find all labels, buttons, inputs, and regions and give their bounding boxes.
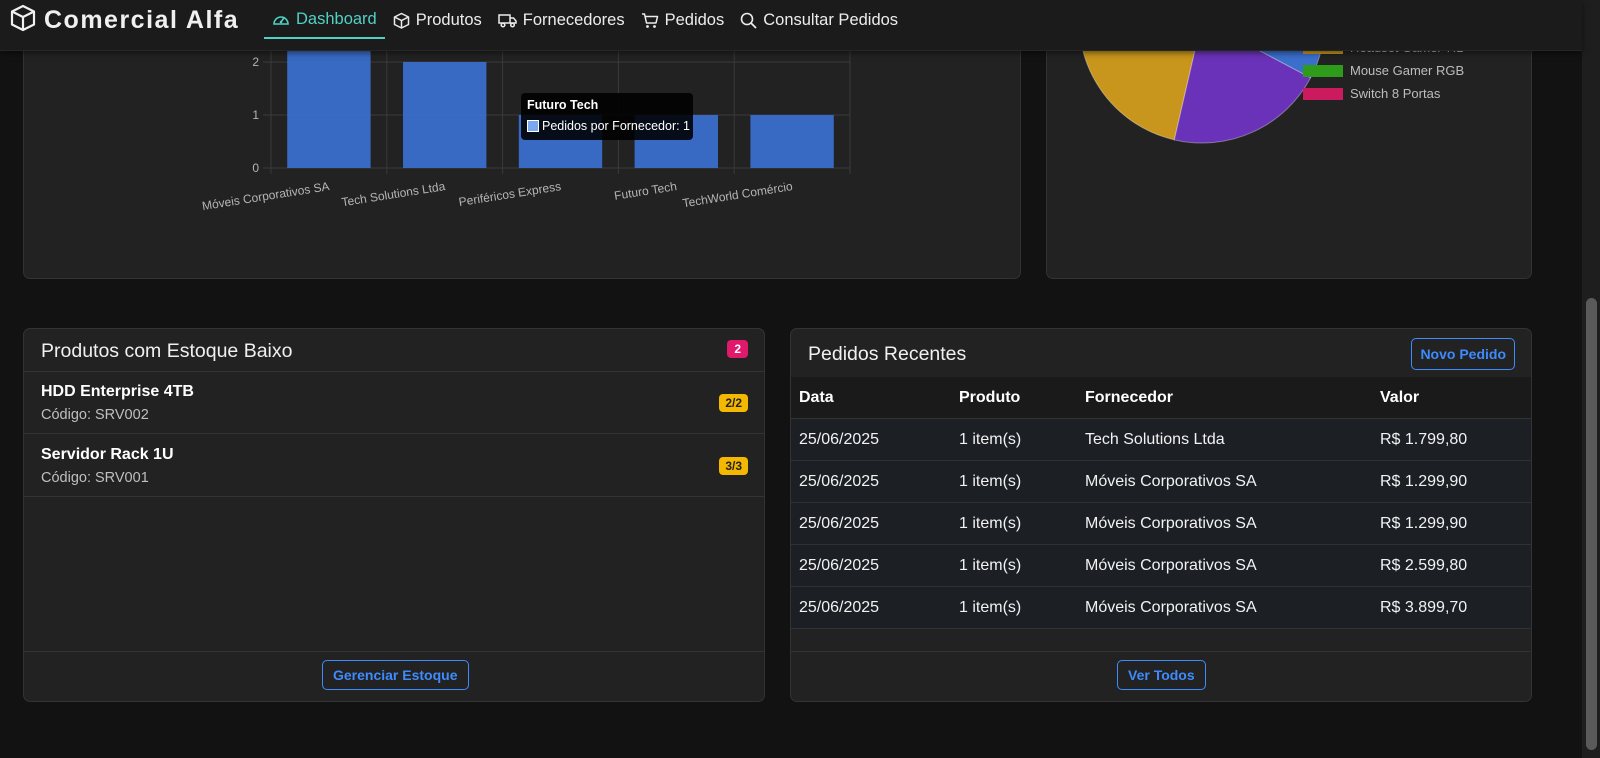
nav-produtos-label: Produtos — [415, 10, 482, 29]
tooltip-label: Pedidos por Fornecedor: 1 — [542, 119, 691, 133]
column-header: Fornecedor — [1077, 377, 1372, 419]
table-row[interactable]: 25/06/2025 1 item(s) Móveis Corporativos… — [791, 586, 1531, 629]
product-code: Código: SRV002 — [41, 407, 149, 423]
legend-label: Switch 8 Portas — [1350, 86, 1441, 101]
nav-fornecedores[interactable]: Fornecedores — [490, 1, 633, 39]
order-date: 25/06/2025 — [791, 418, 951, 461]
x-tick-label: TechWorld Comércio — [682, 179, 794, 210]
order-value: R$ 1.799,80 — [1372, 418, 1531, 461]
box-icon — [10, 4, 36, 37]
search-icon — [740, 12, 757, 29]
x-tick-label: Móveis Corporativos SA — [201, 179, 330, 213]
low-stock-footer: Gerenciar Estoque — [24, 651, 764, 701]
y-tick-label: 1 — [252, 108, 259, 122]
recent-orders-card: Pedidos Recentes Novo Pedido Data Produt… — [790, 328, 1532, 702]
order-supplier: Móveis Corporativos SA — [1077, 544, 1372, 587]
recent-orders-title: Pedidos Recentes — [808, 343, 967, 365]
view-all-button[interactable]: Ver Todos — [1117, 660, 1206, 690]
new-order-button[interactable]: Novo Pedido — [1411, 338, 1515, 370]
order-date: 25/06/2025 — [791, 502, 951, 545]
legend-swatch — [1303, 87, 1343, 100]
cart-icon — [641, 12, 659, 29]
brand-title: Comercial Alfa — [44, 5, 240, 34]
nav-dashboard[interactable]: Dashboard — [264, 1, 385, 39]
order-product: 1 item(s) — [951, 418, 1077, 461]
bar — [750, 115, 834, 168]
column-header: Valor — [1372, 377, 1531, 419]
order-supplier: Móveis Corporativos SA — [1077, 586, 1372, 629]
order-date: 25/06/2025 — [791, 586, 951, 629]
stock-badge: 2/2 — [719, 394, 748, 412]
order-date: 25/06/2025 — [791, 544, 951, 587]
table-header-row: Data Produto Fornecedor Valor — [791, 377, 1531, 419]
recent-orders-footer: Ver Todos — [791, 651, 1531, 701]
product-name: Servidor Rack 1U — [41, 446, 174, 463]
column-header: Produto — [951, 377, 1077, 419]
manage-stock-button[interactable]: Gerenciar Estoque — [322, 660, 469, 690]
page-scrollbar[interactable] — [1582, 0, 1600, 758]
legend-item[interactable]: Mouse Gamer RGB — [1303, 59, 1464, 82]
nav-pedidos-label: Pedidos — [664, 10, 725, 29]
tooltip-swatch — [527, 120, 539, 132]
nav-dashboard-label: Dashboard — [296, 9, 377, 28]
table-row[interactable]: 25/06/2025 1 item(s) Móveis Corporativos… — [791, 502, 1531, 545]
order-value: R$ 3.899,70 — [1372, 586, 1531, 629]
legend-item[interactable]: Switch 8 Portas — [1303, 82, 1464, 105]
main-nav: Dashboard Produtos Fornecedores Pedidos … — [264, 0, 906, 40]
table-row[interactable]: 25/06/2025 1 item(s) Tech Solutions Ltda… — [791, 418, 1531, 461]
recent-orders-header: Pedidos Recentes Novo Pedido — [791, 329, 1531, 378]
low-stock-count-badge: 2 — [727, 340, 748, 358]
nav-fornecedores-label: Fornecedores — [522, 10, 625, 29]
y-tick-label: 0 — [252, 161, 259, 175]
tooltip-body: Pedidos por Fornecedor: 1 — [527, 119, 690, 133]
nav-produtos[interactable]: Produtos — [385, 1, 490, 39]
order-date: 25/06/2025 — [791, 460, 951, 503]
order-product: 1 item(s) — [951, 544, 1077, 587]
table-row[interactable]: 25/06/2025 1 item(s) Móveis Corporativos… — [791, 460, 1531, 503]
order-value: R$ 2.599,80 — [1372, 544, 1531, 587]
order-value: R$ 1.299,90 — [1372, 502, 1531, 545]
x-tick-label: Futuro Tech — [613, 179, 678, 203]
stock-badge: 3/3 — [719, 457, 748, 475]
order-supplier: Móveis Corporativos SA — [1077, 460, 1372, 503]
list-item[interactable]: HDD Enterprise 4TB Código: SRV002 2/2 — [24, 371, 764, 434]
truck-icon — [498, 13, 517, 28]
legend-label: Mouse Gamer RGB — [1350, 63, 1465, 78]
low-stock-card: Produtos com Estoque Baixo 2 HDD Enterpr… — [23, 328, 765, 702]
product-name: HDD Enterprise 4TB — [41, 383, 194, 400]
low-stock-header: Produtos com Estoque Baixo 2 — [24, 329, 764, 372]
order-supplier: Tech Solutions Ltda — [1077, 418, 1372, 461]
x-tick-label: Tech Solutions Ltda — [341, 179, 447, 209]
legend-swatch — [1303, 64, 1343, 77]
box-icon — [393, 12, 410, 29]
orders-table: Data Produto Fornecedor Valor 25/06/2025… — [791, 377, 1531, 629]
bar — [403, 62, 487, 168]
list-item[interactable]: Servidor Rack 1U Código: SRV001 3/3 — [24, 434, 764, 497]
order-product: 1 item(s) — [951, 460, 1077, 503]
nav-pedidos[interactable]: Pedidos — [633, 1, 733, 39]
order-value: R$ 1.299,90 — [1372, 460, 1531, 503]
product-code: Código: SRV001 — [41, 470, 149, 486]
nav-consultar-pedidos-label: Consultar Pedidos — [763, 10, 899, 29]
order-supplier: Móveis Corporativos SA — [1077, 502, 1372, 545]
x-tick-label: Periféricos Express — [458, 179, 562, 209]
column-header: Data — [791, 377, 951, 419]
speedometer-icon — [272, 11, 290, 27]
y-tick-label: 2 — [252, 55, 259, 69]
chart-tooltip: Futuro Tech Pedidos por Fornecedor: 1 — [521, 93, 693, 140]
tooltip-title: Futuro Tech — [527, 98, 599, 112]
order-product: 1 item(s) — [951, 586, 1077, 629]
table-row[interactable]: 25/06/2025 1 item(s) Móveis Corporativos… — [791, 544, 1531, 587]
nav-consultar-pedidos[interactable]: Consultar Pedidos — [732, 1, 906, 39]
order-product: 1 item(s) — [951, 502, 1077, 545]
navbar: Comercial Alfa Dashboard Produtos Fornec… — [0, 0, 1582, 51]
scrollbar-thumb[interactable] — [1586, 298, 1597, 750]
brand[interactable]: Comercial Alfa — [10, 4, 239, 36]
low-stock-title: Produtos com Estoque Baixo — [41, 340, 293, 362]
